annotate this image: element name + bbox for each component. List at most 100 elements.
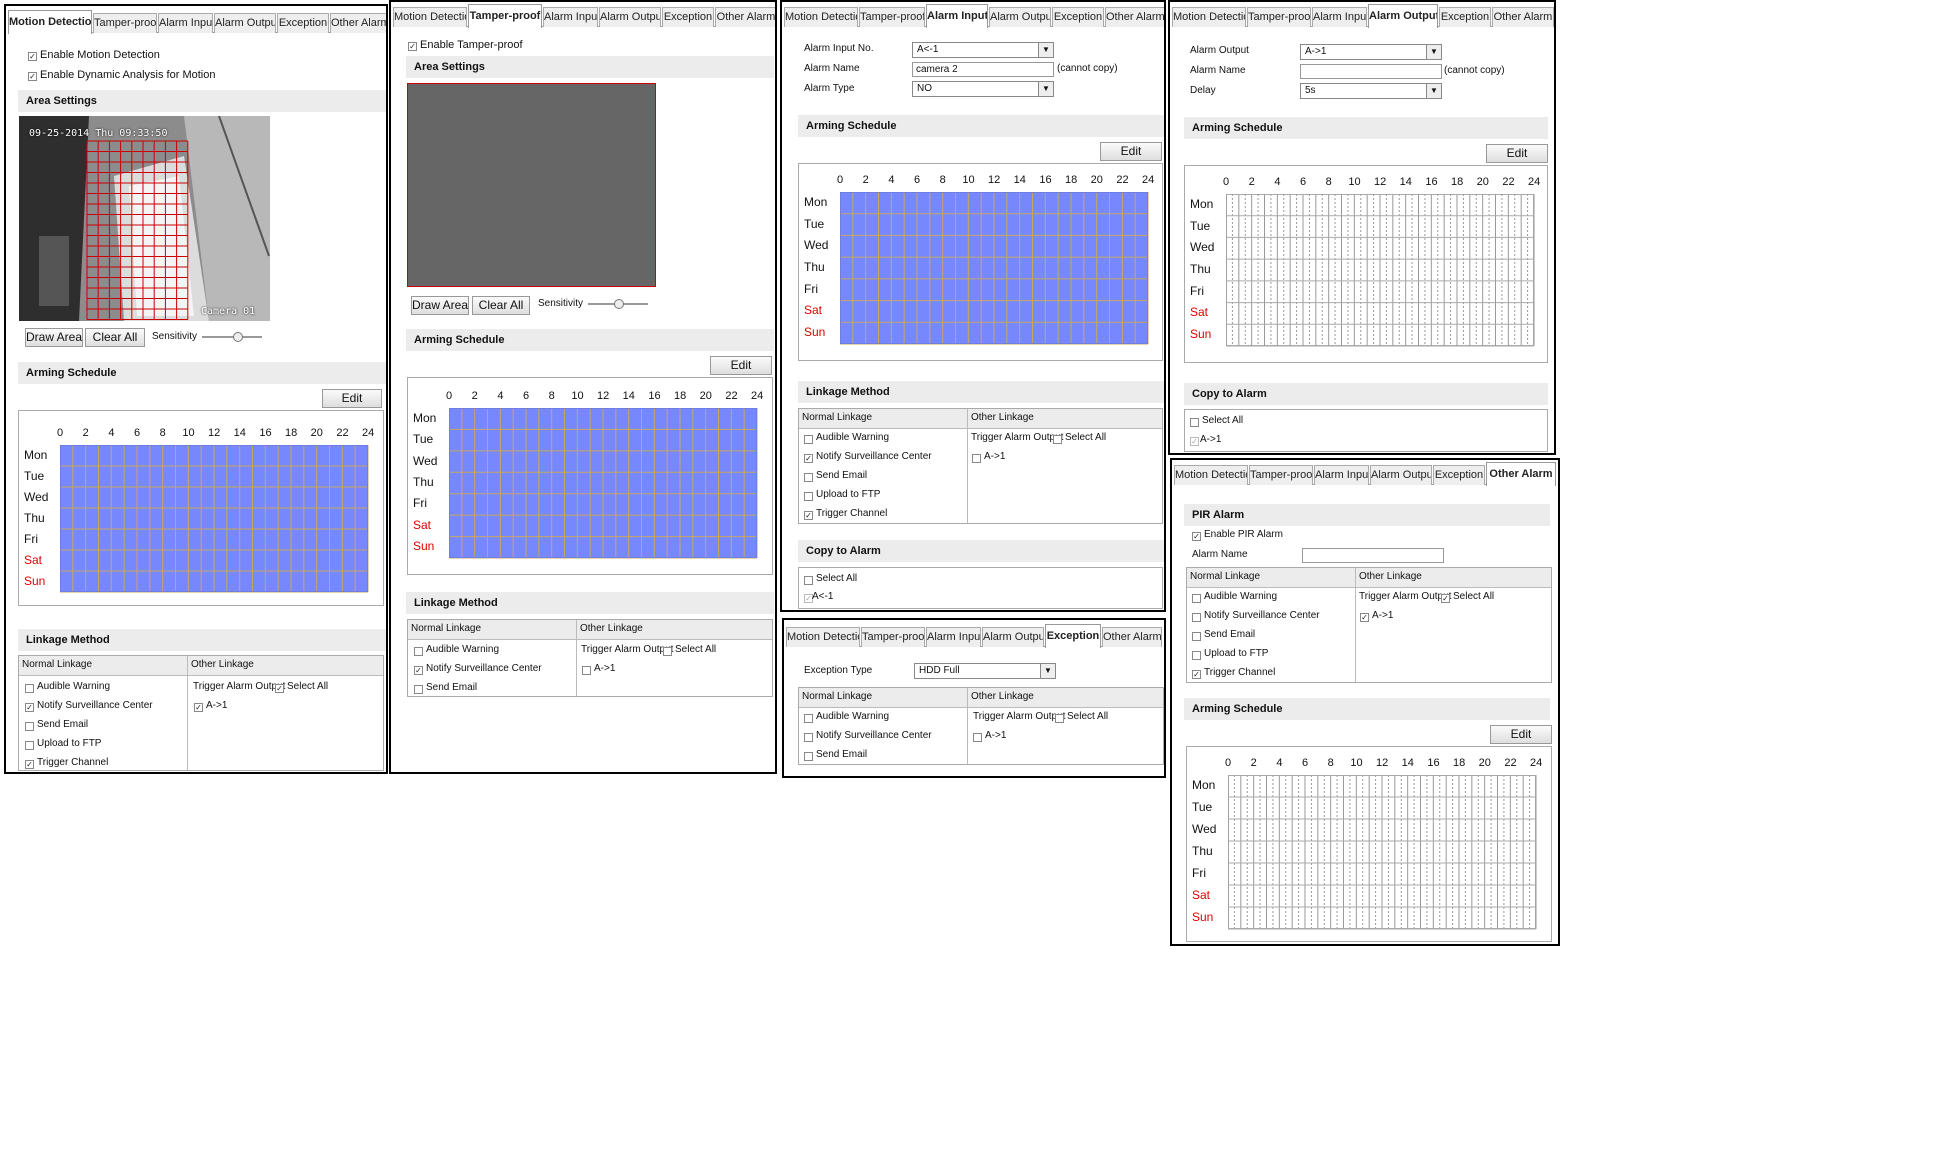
tab-other-alarm[interactable]: Other Alarm [330,13,386,33]
upload-ftp-checkbox[interactable] [25,741,34,750]
exception-type-select[interactable]: HDD Full ▼ [914,663,1056,679]
alarm-output-a1-checkbox[interactable] [582,666,591,675]
alarm-output-select[interactable]: A->1 ▼ [1300,44,1442,60]
tab-other-alarm[interactable]: Other Alarm [1105,7,1164,27]
audible-warning-checkbox[interactable] [25,684,34,693]
alarm-name-input[interactable] [1302,548,1444,563]
alarm-output-a1-checkbox[interactable]: ✓ [194,703,203,712]
tab-tamper-proof[interactable]: Tamper-proof [93,13,157,33]
upload-ftp-checkbox[interactable] [1192,651,1201,660]
send-email-checkbox[interactable] [25,722,34,731]
delay-select[interactable]: 5s ▼ [1300,83,1442,99]
tab-other-alarm[interactable]: Other Alarm [715,7,775,27]
tab-alarm-output[interactable]: Alarm Output [1368,4,1438,28]
send-email-checkbox[interactable] [804,473,813,482]
send-email-checkbox[interactable] [804,752,813,761]
notify-center-checkbox[interactable]: ✓ [414,666,423,675]
notify-center-checkbox[interactable]: ✓ [804,454,813,463]
select-all-output-checkbox[interactable] [1053,435,1062,444]
tab-alarm-input[interactable]: Alarm Input [1314,465,1369,485]
sensitivity-slider[interactable] [202,332,262,342]
alarm-name-input[interactable] [1300,64,1442,79]
copy-select-all-checkbox[interactable] [1190,418,1199,427]
tab-alarm-input[interactable]: Alarm Input [926,627,981,647]
notify-center-checkbox[interactable] [1192,613,1201,622]
tab-alarm-output[interactable]: Alarm Output [214,13,276,33]
upload-ftp-checkbox[interactable] [804,492,813,501]
draw-area-button[interactable]: Draw Area [411,296,469,315]
tab-alarm-input[interactable]: Alarm Input [158,13,213,33]
tab-exception[interactable]: Exception [1439,7,1491,27]
alarm-output-a1-checkbox[interactable]: ✓ [1360,613,1369,622]
draw-area-button[interactable]: Draw Area [25,328,83,347]
send-email-checkbox[interactable] [414,685,423,694]
tab-alarm-input[interactable]: Alarm Input [926,4,988,28]
tab-alarm-output[interactable]: Alarm Output [1370,465,1432,485]
tab-alarm-output[interactable]: Alarm Output [989,7,1051,27]
alarm-name-input[interactable]: camera 2 [912,62,1054,77]
enable-pir-checkbox[interactable]: ✓ [1192,532,1201,541]
tab-other-alarm[interactable]: Other Alarm [1492,7,1554,27]
schedule-grid[interactable] [1228,775,1538,931]
alarm-output-a1-checkbox[interactable] [973,733,982,742]
tab-exception[interactable]: Exception [662,7,714,27]
clear-all-button[interactable]: Clear All [472,296,530,315]
audible-warning-checkbox[interactable] [804,435,813,444]
tab-motion-detection[interactable]: Motion Detection [1172,7,1246,27]
sensitivity-slider-handle[interactable] [614,299,624,309]
select-all-output-checkbox[interactable] [1055,714,1064,723]
tab-tamper-proof[interactable]: Tamper-proof [861,627,925,647]
notify-center-checkbox[interactable]: ✓ [25,703,34,712]
tab-alarm-input[interactable]: Alarm Input [1312,7,1367,27]
trigger-channel-checkbox[interactable]: ✓ [1192,670,1201,679]
tab-motion-detection[interactable]: Motion Detection [1174,465,1248,485]
edit-schedule-button[interactable]: Edit [322,389,382,408]
enable-dynamic-checkbox[interactable]: ✓ [28,72,37,81]
tab-exception[interactable]: Exception [1052,7,1104,27]
schedule-grid[interactable] [1226,194,1536,348]
tab-tamper-proof[interactable]: Tamper-proof [859,7,925,27]
tab-exception[interactable]: Exception [1433,465,1485,485]
tab-alarm-output[interactable]: Alarm Output [982,627,1044,647]
sensitivity-slider-handle[interactable] [233,332,244,342]
trigger-channel-checkbox[interactable]: ✓ [804,511,813,520]
tab-other-alarm[interactable]: Other Alarm [1486,462,1556,486]
tab-other-alarm[interactable]: Other Alarm [1102,627,1162,647]
tab-tamper-proof[interactable]: Tamper-proof [1249,465,1313,485]
schedule-grid[interactable] [840,192,1150,346]
enable-tamper-checkbox[interactable]: ✓ [408,42,417,51]
enable-motion-checkbox[interactable]: ✓ [28,52,37,61]
audible-warning-checkbox[interactable] [804,714,813,723]
tamper-area-preview[interactable] [407,83,656,287]
copy-select-all-checkbox[interactable] [804,576,813,585]
select-all-output-checkbox[interactable]: ✓ [1441,594,1450,603]
edit-schedule-button[interactable]: Edit [1100,142,1162,161]
tab-exception[interactable]: Exception [1045,624,1101,648]
tab-alarm-input[interactable]: Alarm Input [543,7,598,27]
tab-motion-detection[interactable]: Motion Detection [393,7,467,27]
schedule-grid[interactable] [60,445,370,594]
schedule-grid[interactable] [449,408,759,560]
tab-motion-detection[interactable]: Motion Detection [786,627,860,647]
alarm-input-no-select[interactable]: A<-1 ▼ [912,42,1054,58]
notify-center-checkbox[interactable] [804,733,813,742]
camera-preview[interactable]: 09-25-2014 Thu 09:33:50 Camera 01 [19,116,270,321]
alarm-type-select[interactable]: NO ▼ [912,81,1054,97]
sensitivity-slider[interactable] [588,299,648,309]
edit-schedule-button[interactable]: Edit [1486,144,1548,163]
tab-tamper-proof[interactable]: Tamper-proof [468,4,542,28]
tab-alarm-output[interactable]: Alarm Output [599,7,661,27]
tab-motion-detection[interactable]: Motion Detection [8,10,92,34]
edit-schedule-button[interactable]: Edit [710,356,772,375]
tab-motion-detection[interactable]: Motion Detection [784,7,858,27]
audible-warning-checkbox[interactable] [1192,594,1201,603]
clear-all-button[interactable]: Clear All [85,328,145,347]
edit-schedule-button[interactable]: Edit [1490,725,1552,744]
select-all-output-checkbox[interactable]: ✓ [275,684,284,693]
audible-warning-checkbox[interactable] [414,647,423,656]
tab-tamper-proof[interactable]: Tamper-proof [1247,7,1311,27]
tab-exception[interactable]: Exception [277,13,329,33]
alarm-output-a1-checkbox[interactable] [972,454,981,463]
send-email-checkbox[interactable] [1192,632,1201,641]
trigger-channel-checkbox[interactable]: ✓ [25,760,34,769]
